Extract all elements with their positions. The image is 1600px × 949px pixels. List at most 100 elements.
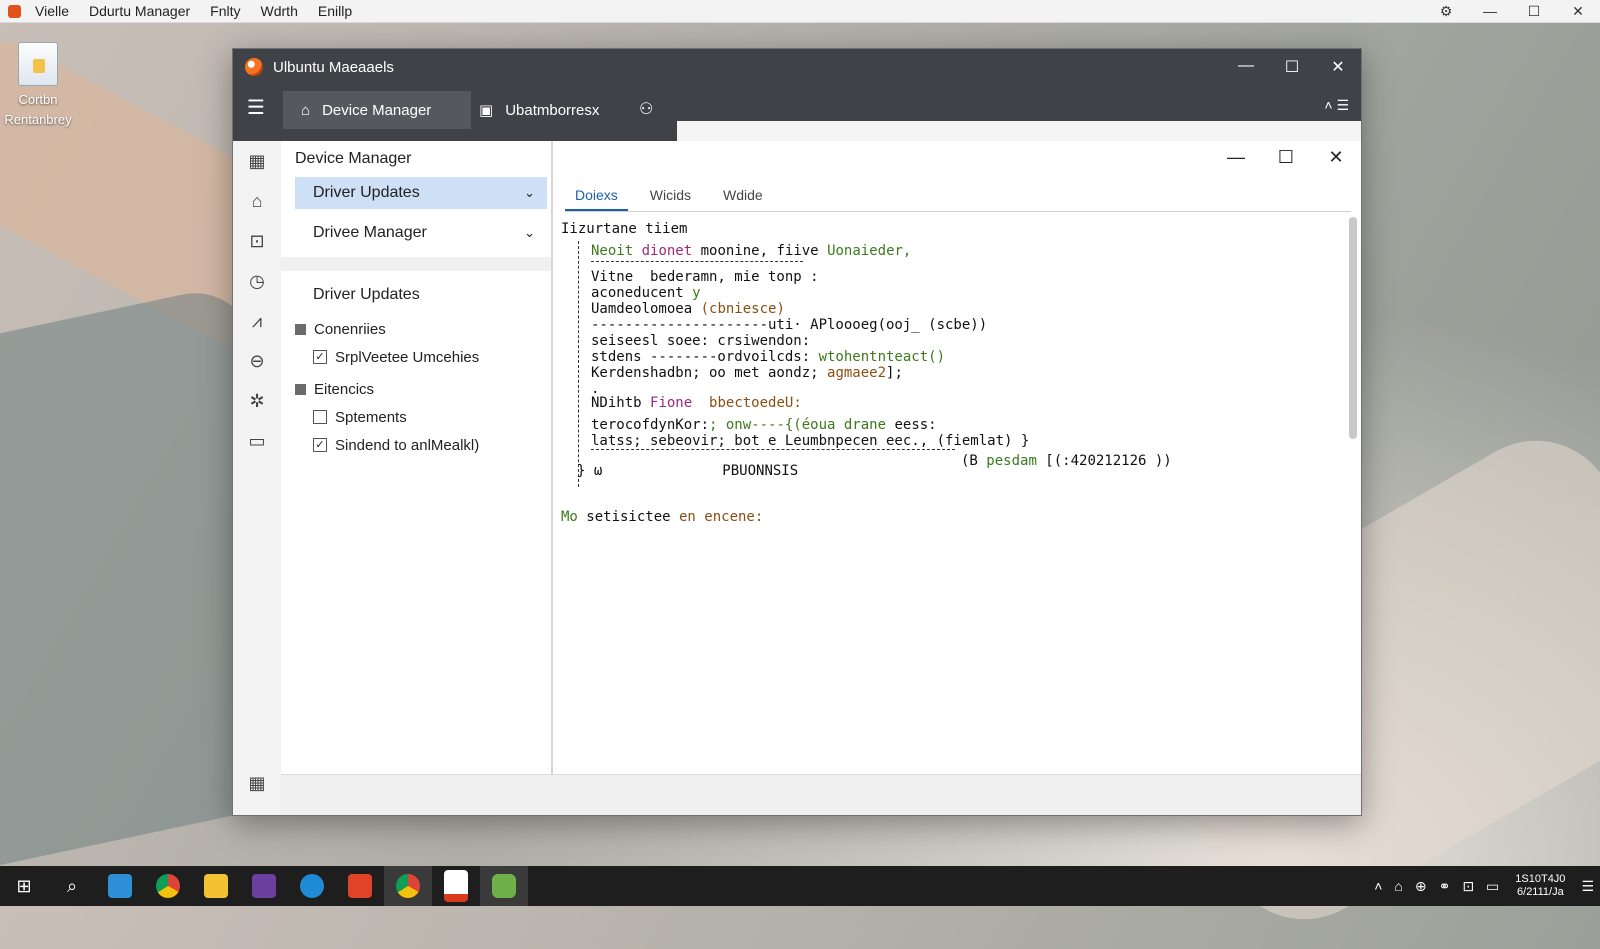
top-menubar: Vielle Ddurtu Manager Fnlty Wdrth Enillp… bbox=[0, 0, 1600, 23]
nav-item-driver-updates-2[interactable]: Driver Updates bbox=[281, 279, 551, 311]
code-line: Vitne bederamn, mie tonp : bbox=[591, 269, 819, 285]
chrome-icon bbox=[396, 874, 420, 898]
nav-item-device-manager[interactable]: Drivee Manager ⌄ bbox=[295, 217, 547, 249]
keyboard-icon[interactable]: ▭ bbox=[1486, 878, 1499, 895]
collapse-menu-icon[interactable]: ˄ ☰ bbox=[1324, 97, 1349, 114]
home-icon[interactable]: ⌂ bbox=[1394, 878, 1402, 894]
checkbox-checked[interactable]: ✓ bbox=[313, 438, 327, 452]
plant-icon bbox=[492, 874, 516, 898]
checkbox-unchecked[interactable] bbox=[313, 410, 327, 424]
chart-icon[interactable]: ⩘ bbox=[233, 301, 281, 341]
tab-doiexs[interactable]: Doiexs bbox=[565, 181, 628, 211]
menu-item[interactable]: Enillp bbox=[318, 3, 352, 19]
menu-item[interactable]: Wdrth bbox=[261, 3, 298, 19]
import-icon[interactable]: ⊡ bbox=[233, 221, 281, 261]
chevron-up-icon[interactable]: ˄ bbox=[1374, 878, 1382, 894]
window-body: ▦ ⌂ ⊡ ◷ ⩘ ⊖ ✲ ▭ ▦ Device Manager Driver … bbox=[233, 141, 1361, 815]
window-titlebar[interactable]: Ulbuntu Maeaaels — ☐ ✕ bbox=[233, 49, 1361, 85]
nav-item-driver-updates[interactable]: Driver Updates ⌄ bbox=[295, 177, 547, 209]
group-bullet-icon bbox=[295, 323, 306, 335]
window-title: Ulbuntu Maeaaels bbox=[273, 58, 394, 76]
group-bullet-icon bbox=[295, 383, 306, 395]
grid-icon[interactable]: ▦ bbox=[233, 763, 281, 803]
code-guide-line bbox=[578, 241, 579, 487]
menu-item[interactable]: Ddurtu Manager bbox=[89, 3, 190, 19]
clock[interactable]: 1S10T4J0 6/2111/Ja bbox=[1515, 873, 1565, 899]
group-label: Eitencics bbox=[314, 380, 375, 398]
desktop-icon[interactable]: Cortbn Rentanbrey bbox=[4, 42, 72, 130]
clock-time: 1S10T4J0 bbox=[1515, 873, 1566, 885]
code-line: NDihtb Fione bbectoedeU: bbox=[591, 395, 802, 411]
tab-bar: ☰ ⌂ Device Manager ▣ Ubatmborresx ⚇ ˄ ☰ bbox=[233, 85, 1361, 141]
code-line: Uamdeolomoea (cbniesce) bbox=[591, 301, 785, 317]
ubuntu-logo-icon bbox=[245, 58, 263, 76]
refresh-icon[interactable]: ⊖ bbox=[233, 341, 281, 381]
tab-label: Device Manager bbox=[322, 101, 432, 119]
checkbox-row[interactable]: ✓ Sindend to anlMealkl) bbox=[281, 431, 551, 459]
maximize-icon[interactable]: ☐ bbox=[1269, 57, 1315, 77]
notifications-icon[interactable]: ☰ bbox=[1581, 878, 1594, 895]
search-icon[interactable]: ⌕ bbox=[48, 866, 96, 906]
code-line: Neoit dionet moonine, fiive Uonaieder, bbox=[591, 243, 912, 259]
taskbar-app-chrome-active[interactable] bbox=[384, 866, 432, 906]
taskbar-app-files[interactable] bbox=[96, 866, 144, 906]
taskbar-app-purple[interactable] bbox=[240, 866, 288, 906]
maximize-icon[interactable]: ☐ bbox=[1261, 141, 1311, 173]
taskbar-app-edge[interactable] bbox=[288, 866, 336, 906]
checkbox-label: Sindend to anlMealkl) bbox=[335, 436, 480, 454]
taskbar-app-plant[interactable] bbox=[480, 866, 528, 906]
dashed-rule bbox=[591, 261, 803, 262]
scrollbar-thumb[interactable] bbox=[1349, 217, 1357, 439]
menu-item[interactable]: Fnlty bbox=[210, 3, 240, 19]
main-window: Ulbuntu Maeaaels — ☐ ✕ ☰ ⌂ Device Manage… bbox=[232, 48, 1362, 816]
divider bbox=[281, 257, 551, 271]
tab-wdide[interactable]: Wdide bbox=[713, 181, 773, 211]
clock-date: 6/2111/Ja bbox=[1517, 886, 1564, 898]
code-line: Mo setisictee en encene: bbox=[561, 509, 764, 525]
close-icon[interactable]: ✕ bbox=[1556, 3, 1600, 20]
file-icon bbox=[18, 42, 58, 86]
close-icon[interactable]: ✕ bbox=[1315, 57, 1361, 77]
minimize-icon[interactable]: — bbox=[1468, 3, 1512, 19]
taskbar-app-red[interactable] bbox=[336, 866, 384, 906]
taskbar-app-explorer[interactable] bbox=[192, 866, 240, 906]
app-icon bbox=[348, 874, 372, 898]
network-icon[interactable]: ⊕ bbox=[1415, 878, 1427, 895]
chevron-down-icon[interactable]: ⌄ bbox=[524, 225, 535, 241]
checkbox-row[interactable]: ✓ SrplVeetee Umcehies bbox=[281, 343, 551, 371]
checkbox-checked[interactable]: ✓ bbox=[313, 350, 327, 364]
chevron-down-icon[interactable]: ⌄ bbox=[524, 185, 535, 201]
tab-second[interactable]: ▣ Ubatmborresx bbox=[461, 91, 617, 129]
start-button[interactable]: ⊞ bbox=[0, 866, 48, 906]
checkbox-row[interactable]: Sptements bbox=[281, 403, 551, 431]
hamburger-menu-icon[interactable]: ☰ bbox=[247, 95, 267, 120]
home-icon[interactable]: ⌂ bbox=[233, 181, 281, 221]
user-icon[interactable]: ⚇ bbox=[639, 99, 653, 119]
tab-wicids[interactable]: Wicids bbox=[640, 181, 701, 211]
settings-icon[interactable]: ✲ bbox=[233, 381, 281, 421]
window-icon: ▣ bbox=[479, 102, 494, 119]
taskbar-app-chrome[interactable] bbox=[144, 866, 192, 906]
group-header[interactable]: Conenriies bbox=[281, 315, 551, 343]
clock-icon[interactable]: ◷ bbox=[233, 261, 281, 301]
group-header[interactable]: Eitencics bbox=[281, 375, 551, 403]
code-line: Kerdenshadbn; oo met aondz; agmaee2]; bbox=[591, 365, 903, 381]
briefcase-icon[interactable]: ▭ bbox=[233, 421, 281, 461]
app-icon bbox=[8, 4, 21, 18]
language-icon[interactable]: ⚭ bbox=[1439, 878, 1451, 895]
tab-strip-fill bbox=[677, 121, 1361, 141]
home-icon: ⌂ bbox=[301, 101, 311, 119]
maximize-icon[interactable]: ☐ bbox=[1512, 3, 1556, 20]
dashboard-icon[interactable]: ▦ bbox=[233, 141, 281, 181]
monitor-icon[interactable]: ⊡ bbox=[1462, 878, 1474, 895]
taskbar-app-media[interactable] bbox=[432, 866, 480, 906]
menu-item[interactable]: Vielle bbox=[35, 3, 69, 19]
minimize-icon[interactable]: — bbox=[1223, 57, 1269, 77]
settings-icon[interactable]: ⚙ bbox=[1424, 3, 1468, 20]
minimize-icon[interactable]: — bbox=[1211, 141, 1261, 173]
code-line: terocofdynKor:; onw----{(éoua drane eess… bbox=[591, 417, 937, 433]
close-icon[interactable]: ✕ bbox=[1311, 141, 1361, 173]
nav-item-label: Driver Updates bbox=[313, 184, 420, 201]
checkbox-label: SrplVeetee Umcehies bbox=[335, 348, 480, 366]
tab-device-manager[interactable]: ⌂ Device Manager bbox=[283, 91, 471, 129]
